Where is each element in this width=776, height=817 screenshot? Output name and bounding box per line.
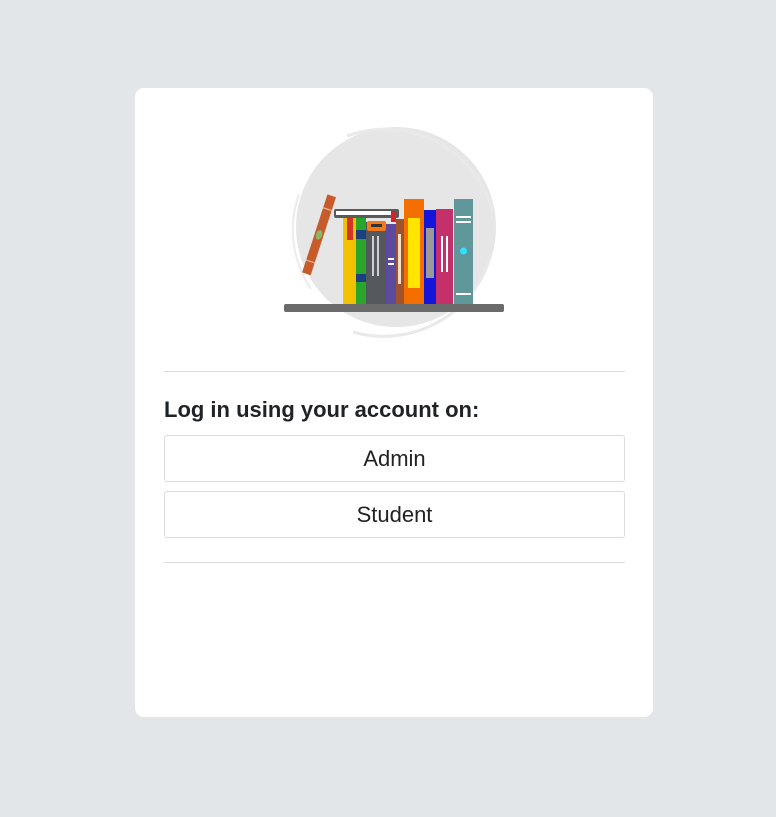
- divider-bottom: [164, 562, 625, 563]
- student-login-button[interactable]: Student: [164, 491, 625, 538]
- login-card: Log in using your account on: Admin Stud…: [135, 88, 653, 717]
- admin-login-button[interactable]: Admin: [164, 435, 625, 482]
- bookshelf-icon: [284, 127, 504, 338]
- login-heading: Log in using your account on:: [164, 397, 480, 422]
- divider-top: [164, 371, 625, 372]
